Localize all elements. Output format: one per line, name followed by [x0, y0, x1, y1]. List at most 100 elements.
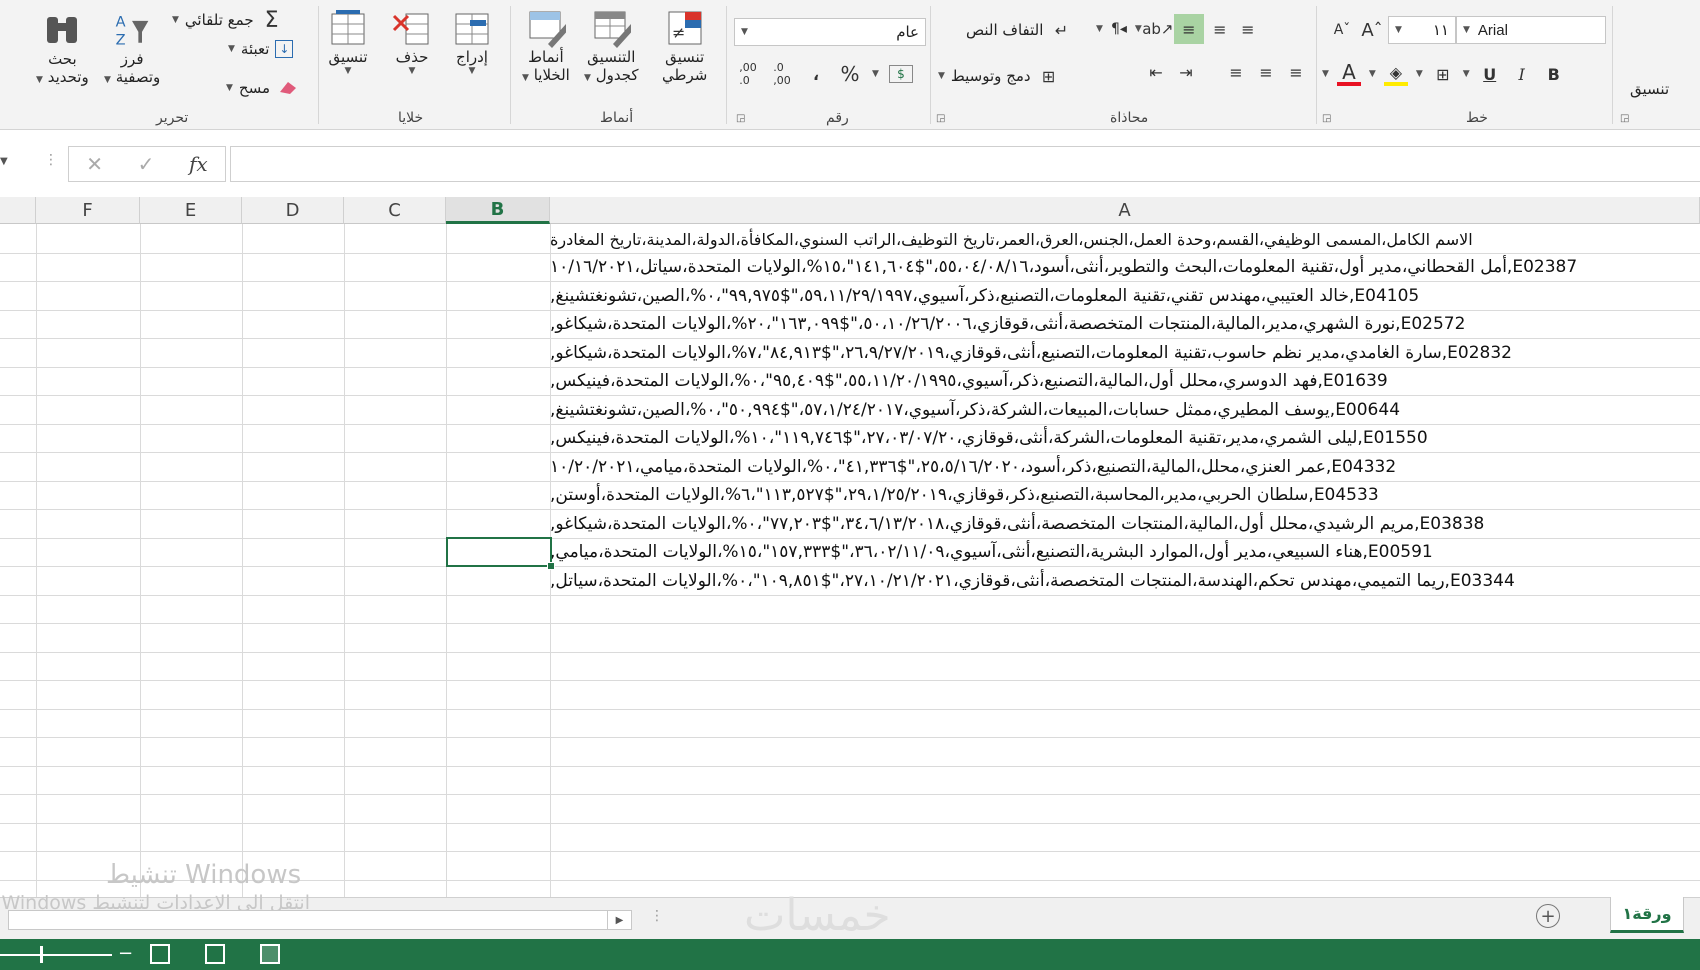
align-bottom-icon[interactable]: ≡ — [1173, 14, 1204, 44]
gridline — [0, 623, 1700, 624]
merge-center-button[interactable]: ▼ دمج وتوسيط ⊞ — [938, 64, 1061, 88]
gridline — [0, 680, 1700, 681]
font-dialog-launcher-icon[interactable]: ◲ — [1322, 113, 1331, 124]
column-header-e[interactable]: E — [140, 197, 242, 224]
wrap-text-icon: ↵ — [1054, 20, 1069, 40]
cell-a9[interactable]: E04332,عمر العنزي،محلل،المالية،التصنيع،ذ… — [550, 453, 1700, 481]
font-size-select[interactable]: ▼ ١١ — [1388, 16, 1456, 44]
font-name-select[interactable]: ▼ Arial — [1456, 16, 1606, 44]
page-break-view-icon[interactable] — [150, 944, 170, 964]
align-right-icon[interactable]: ≡ — [1284, 60, 1308, 84]
format-as-table-button[interactable]: التنسيق ▼ كجدول — [584, 8, 639, 84]
scroll-right-arrow-icon[interactable]: ▶ — [607, 911, 631, 929]
add-sheet-icon[interactable]: + — [1536, 904, 1560, 928]
number-format-select[interactable]: ▼ عام — [734, 18, 926, 46]
cell-a10[interactable]: E04533,سلطان الحربي،مدير،المحاسبة،التصني… — [550, 481, 1700, 509]
increase-indent-icon[interactable]: ⇤ — [1144, 60, 1168, 84]
conditional-formatting-label-1: تنسيق — [665, 48, 705, 66]
format-painter-label: تنسيق — [1630, 80, 1670, 98]
cancel-entry-icon[interactable]: ✕ — [86, 152, 103, 176]
align-left-icon[interactable]: ≡ — [1224, 60, 1248, 84]
text-direction-icon[interactable]: ¶◂ — [1107, 17, 1131, 41]
column-header-d[interactable]: D — [242, 197, 344, 224]
formula-input[interactable] — [230, 146, 1700, 182]
cell-a4[interactable]: E02572,نورة الشهري،مدير،المالية،المنتجات… — [550, 310, 1700, 338]
font-color-icon[interactable]: A — [1336, 60, 1361, 86]
gridline — [0, 709, 1700, 710]
percent-style-button[interactable]: % — [838, 62, 862, 86]
windows-activation-title: تنشيط Windows — [106, 860, 302, 890]
italic-button[interactable]: I — [1510, 62, 1534, 86]
autosum-dropdown[interactable]: ▼ — [172, 15, 179, 25]
cell-a5[interactable]: E02832,سارة الغامدي،مدير نظم حاسوب،تقنية… — [550, 339, 1700, 367]
autosum-label: جمع تلقائي — [184, 11, 254, 29]
column-header-f[interactable]: F — [36, 197, 140, 224]
zoom-out-icon[interactable]: − — [118, 943, 133, 964]
increase-decimal-icon[interactable]: ,00.0 — [736, 61, 760, 87]
align-center-icon[interactable]: ≡ — [1254, 60, 1278, 84]
font-name-value: Arial — [1477, 21, 1508, 39]
svg-text:≠: ≠ — [672, 23, 685, 42]
delete-cells-button[interactable]: حذف ▼ — [392, 8, 432, 76]
decrease-indent-icon[interactable]: ⇥ — [1174, 60, 1198, 84]
sheet-tab-sheet1[interactable]: ورقة١ — [1610, 897, 1684, 933]
name-box-dropdown-icon[interactable]: ▼ — [0, 156, 8, 167]
column-header-a[interactable]: A — [550, 197, 1700, 224]
normal-view-icon[interactable] — [260, 944, 280, 964]
page-layout-view-icon[interactable] — [205, 944, 225, 964]
group-separator — [510, 6, 511, 124]
insert-cells-button[interactable]: إدراج ▼ — [452, 8, 492, 76]
cell-styles-button[interactable]: أنماط ▼ الخلايا — [522, 8, 570, 84]
format-painter-button[interactable]: تنسيق — [1630, 80, 1669, 98]
cell-a7[interactable]: E00644,يوسف المطيري،ممثل حسابات،المبيعات… — [550, 396, 1700, 424]
cell-a11[interactable]: E03838,مريم الرشيدي،محلل أول،المالية،الم… — [550, 510, 1700, 538]
tab-split-grip-icon[interactable]: ⋮ — [650, 908, 664, 924]
cell-a6[interactable]: E01639,فهد الدوسري،محلل أول،المالية،التص… — [550, 367, 1700, 395]
sort-filter-button[interactable]: AZ فرز ▼ وتصفية — [104, 10, 160, 86]
comma-style-button[interactable]: ، — [804, 62, 828, 86]
cell-a8[interactable]: E01550,ليلى الشمري،مدير،تقنية المعلومات،… — [550, 424, 1700, 452]
clear-button[interactable]: ▼ مسح — [226, 76, 300, 100]
align-top-icon[interactable]: ≡ — [1236, 17, 1260, 41]
enter-entry-icon[interactable]: ✓ — [138, 152, 155, 176]
alignment-dialog-launcher-icon[interactable]: ◲ — [936, 113, 945, 124]
cell-a3[interactable]: E04105,خالد العتيبي،مهندس تقني،تقنية الم… — [550, 282, 1700, 310]
fill-color-icon[interactable]: ◈ — [1383, 62, 1408, 86]
format-cells-button[interactable]: تنسيق ▼ — [328, 8, 368, 76]
insert-cells-label: إدراج — [456, 48, 488, 66]
align-middle-icon[interactable]: ≡ — [1208, 17, 1232, 41]
column-header-c[interactable]: C — [344, 197, 446, 224]
autosum-button[interactable]: ▼ جمع تلقائي Σ — [172, 8, 284, 33]
worksheet-grid[interactable]: F E D C B A الاسم الكامل،المسمى الوظيفي،… — [0, 197, 1700, 897]
editing-group-label: تحرير — [156, 110, 189, 126]
format-cells-label: تنسيق — [328, 48, 368, 66]
wrap-text-button[interactable]: التفاف النص ↵ — [966, 18, 1073, 42]
borders-icon[interactable]: ⊞ — [1431, 62, 1455, 86]
conditional-formatting-button[interactable]: ≠ تنسيق شرطي — [662, 8, 707, 84]
active-cell-b12[interactable] — [446, 537, 555, 570]
horizontal-scrollbar[interactable]: ▶ — [8, 910, 632, 930]
svg-text:Z: Z — [116, 33, 126, 49]
currency-icon[interactable]: $ — [888, 65, 913, 83]
zoom-slider-thumb[interactable] — [40, 946, 43, 963]
bold-button[interactable]: B — [1542, 62, 1566, 86]
formula-bar: ▼ ⋮ ✕ ✓ fx — [0, 144, 1700, 184]
cell-a2[interactable]: E02387,أمل القحطاني،مدير أول،تقنية المعل… — [550, 253, 1700, 281]
increase-font-size-icon[interactable]: Aˆ — [1360, 18, 1384, 42]
column-header-b[interactable]: B — [446, 197, 550, 224]
zoom-slider[interactable] — [0, 954, 112, 956]
clipboard-dialog-launcher-icon[interactable]: ◲ — [1620, 113, 1629, 124]
decrease-decimal-icon[interactable]: .0,00 — [770, 61, 794, 87]
find-select-button[interactable]: بحث ▼ وتحديد — [36, 10, 89, 86]
cell-a12[interactable]: E00591,هناء السبيعي،مدير أول،الموارد الب… — [550, 538, 1700, 566]
insert-function-icon[interactable]: fx — [189, 152, 208, 176]
cell-a13[interactable]: E03344,ريما التميمي،مهندس تحكم،الهندسة،ا… — [550, 567, 1700, 595]
number-format-row: ,00.0 .0,00 ، % ▼ $ — [736, 61, 913, 87]
number-dialog-launcher-icon[interactable]: ◲ — [736, 113, 745, 124]
decrease-font-size-icon[interactable]: Aˇ — [1330, 18, 1354, 42]
formula-buttons: ✕ ✓ fx — [68, 146, 226, 182]
cell-a1[interactable]: الاسم الكامل،المسمى الوظيفي،القسم،وحدة ا… — [550, 225, 1700, 253]
orientation-icon[interactable]: ab↗ — [1142, 17, 1173, 41]
underline-button[interactable]: U — [1478, 62, 1502, 86]
fill-button[interactable]: ▼ تعبئة ↓ — [228, 40, 294, 58]
